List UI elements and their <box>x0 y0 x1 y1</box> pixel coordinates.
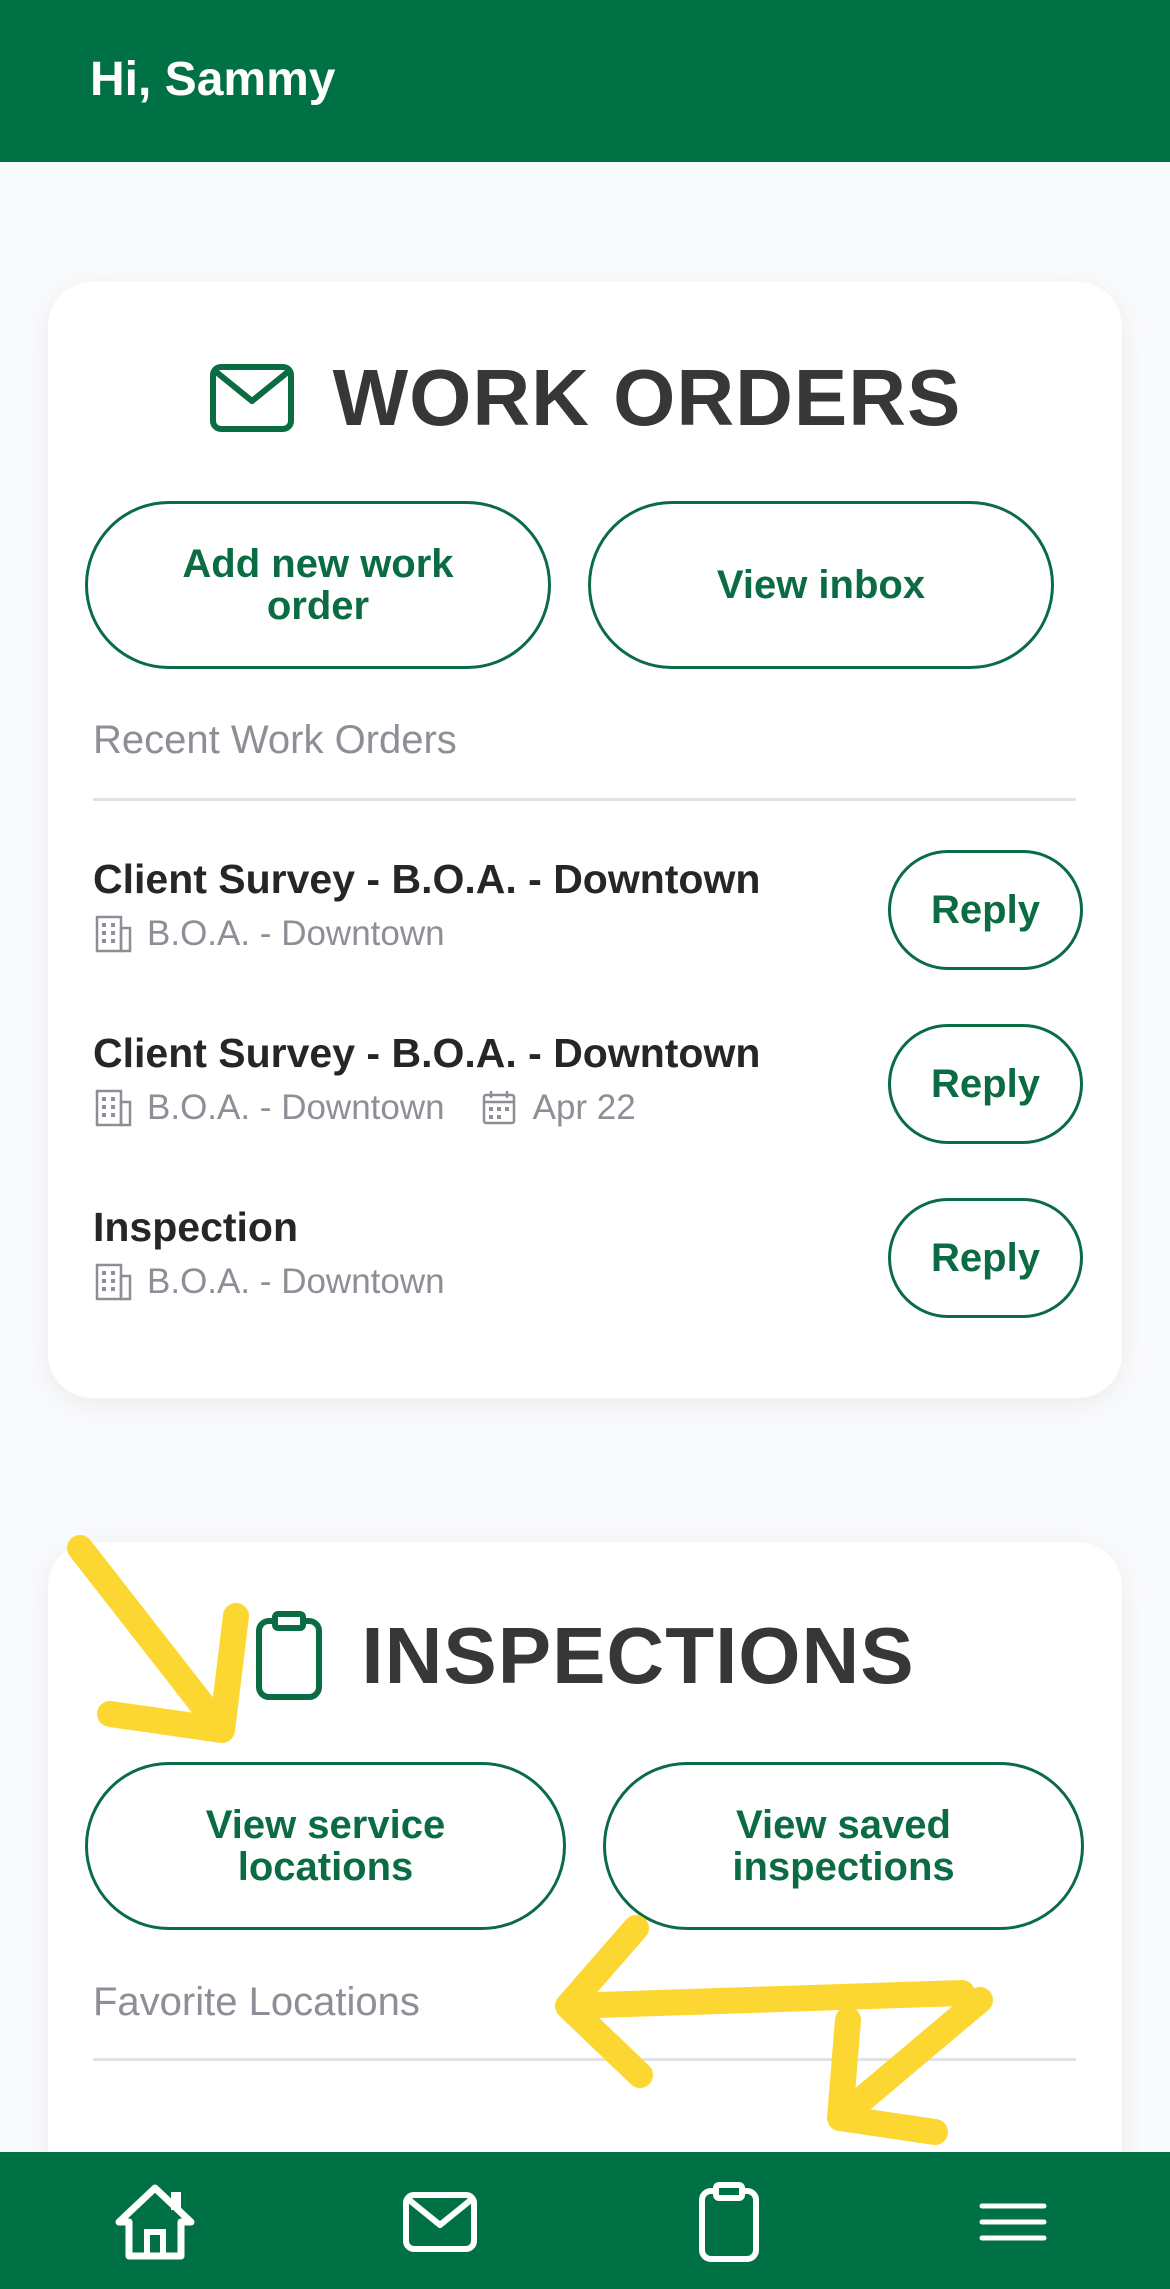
work-order-title: Client Survey - B.O.A. - Downtown <box>93 1030 761 1076</box>
inspections-title: INSPECTIONS <box>361 1611 915 1700</box>
reply-button[interactable]: Reply <box>888 1198 1083 1318</box>
nav-work-orders[interactable] <box>395 2182 485 2262</box>
bottom-nav <box>0 2152 1170 2289</box>
work-order-row[interactable]: Inspection B.O.A. - Downtown Reply <box>93 1198 1083 1324</box>
greeting-text: Hi, Sammy <box>90 53 336 106</box>
work-orders-title: WORK ORDERS <box>332 353 962 442</box>
favorite-locations-label: Favorite Locations <box>93 1980 420 2024</box>
clipboard-icon <box>699 2182 759 2262</box>
inspections-heading: INSPECTIONS <box>48 1610 1122 1702</box>
work-order-title: Client Survey - B.O.A. - Downtown <box>93 856 761 902</box>
nav-menu[interactable] <box>968 2182 1058 2262</box>
top-header: Hi, Sammy <box>0 0 1170 162</box>
clipboard-icon <box>256 1611 323 1700</box>
view-service-locations-button[interactable]: View service locations <box>85 1762 566 1930</box>
add-new-work-order-button[interactable]: Add new work order <box>85 501 551 669</box>
work-order-row[interactable]: Client Survey - B.O.A. - Downtown B.O.A.… <box>93 1024 1083 1150</box>
reply-button[interactable]: Reply <box>888 850 1083 970</box>
work-orders-heading: WORK ORDERS <box>48 352 1122 444</box>
nav-home[interactable] <box>110 2182 200 2262</box>
envelope-icon <box>403 2192 477 2252</box>
work-order-meta: B.O.A. - Downtown Apr 22 <box>93 1088 636 1128</box>
envelope-icon <box>209 364 294 432</box>
calendar-icon <box>482 1091 515 1125</box>
work-order-location: B.O.A. - Downtown <box>147 1088 445 1127</box>
work-order-row[interactable]: Client Survey - B.O.A. - Downtown B.O.A.… <box>93 850 1083 976</box>
nav-inspections[interactable] <box>684 2182 774 2262</box>
work-order-date: Apr 22 <box>532 1088 636 1127</box>
view-inbox-button[interactable]: View inbox <box>588 501 1054 669</box>
work-order-meta: B.O.A. - Downtown <box>93 1262 445 1302</box>
building-icon <box>95 1089 132 1127</box>
work-order-title: Inspection <box>93 1204 299 1250</box>
view-saved-inspections-button[interactable]: View saved inspections <box>603 1762 1084 1930</box>
work-orders-card: WORK ORDERS Add new work order View inbo… <box>48 282 1122 1398</box>
reply-button[interactable]: Reply <box>888 1024 1083 1144</box>
recent-divider <box>93 798 1076 801</box>
work-order-location: B.O.A. - Downtown <box>147 914 445 953</box>
work-order-location: B.O.A. - Downtown <box>147 1262 445 1301</box>
recent-work-orders-label: Recent Work Orders <box>93 718 457 762</box>
building-icon <box>95 1263 132 1301</box>
favorites-divider <box>93 2058 1076 2061</box>
work-order-meta: B.O.A. - Downtown <box>93 914 445 954</box>
home-icon <box>115 2184 195 2260</box>
hamburger-menu-icon <box>979 2203 1047 2241</box>
building-icon <box>95 915 132 953</box>
